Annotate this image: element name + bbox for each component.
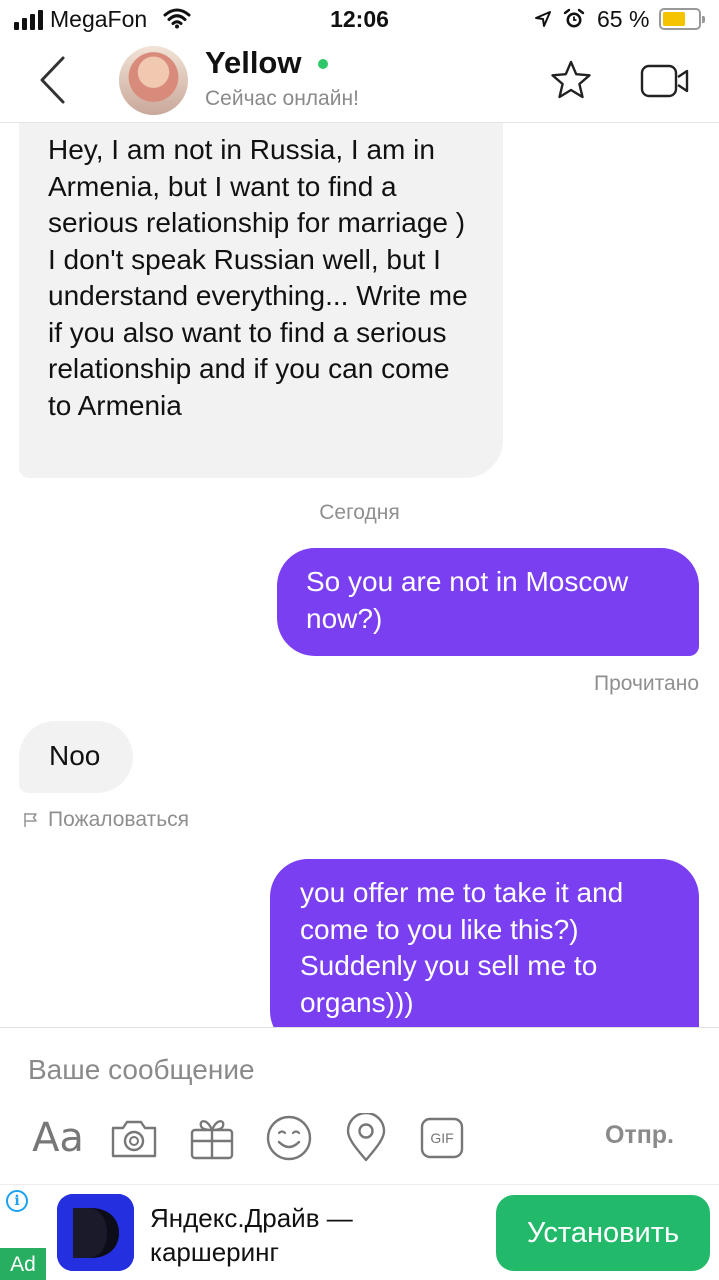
flag-icon [24,813,37,827]
video-camera-icon [640,64,689,98]
favorite-button[interactable] [549,58,593,102]
report-link[interactable]: Пожаловаться [22,808,189,832]
install-button[interactable]: Установить [496,1195,710,1271]
camera-icon[interactable] [108,1112,160,1164]
chat-header: Yellow Сейчас онлайн! [0,40,719,122]
back-button[interactable] [30,52,80,108]
status-bar: MegaFon 12:06 65 % [0,0,719,40]
day-separator: Сегодня [319,501,400,524]
battery-level [663,12,686,26]
avatar[interactable] [119,46,188,115]
gift-icon[interactable] [186,1112,238,1164]
message-composer: Aa GIF Отпр. [0,1027,719,1184]
gif-label: GIF [430,1130,453,1146]
battery-percent: 65 % [597,6,650,32]
battery-icon [659,8,705,30]
ad-badge: Ad [0,1248,46,1280]
gif-icon[interactable]: GIF [416,1112,468,1164]
contact-name[interactable]: Yellow [205,45,301,81]
message-bubble-outgoing[interactable]: you offer me to take it and come to you … [270,859,699,1027]
ad-banner[interactable]: i Ad Яндекс.Драйв — каршеринг Установить [0,1184,719,1280]
app-logo [57,1194,134,1271]
read-receipt: Прочитано [594,672,699,695]
ad-title: Яндекс.Драйв — каршеринг [150,1203,353,1267]
send-button[interactable]: Отпр. [605,1121,674,1150]
alarm-icon [563,8,585,35]
ad-info-icon[interactable]: i [6,1190,28,1212]
back-chevron-icon [40,56,65,104]
message-bubble-incoming[interactable]: Hey, I am not in Russia, I am in Armenia… [19,123,503,478]
emoji-icon[interactable] [263,1112,315,1164]
online-indicator [318,59,328,69]
text-format-label: Aa [32,1115,84,1161]
message-bubble-outgoing[interactable]: So you are not in Moscow now?) [277,548,699,656]
contact-status: Сейчас онлайн! [205,87,359,110]
location-arrow-icon [534,10,552,33]
star-icon [551,60,591,99]
message-input[interactable] [28,1050,588,1090]
chat-messages[interactable]: Hey, I am not in Russia, I am in Armenia… [0,123,719,1027]
message-bubble-incoming[interactable]: Noo [19,721,133,793]
text-format-icon[interactable]: Aa [32,1112,84,1164]
video-call-button[interactable] [640,64,690,98]
report-label: Пожаловаться [48,808,190,831]
location-pin-icon[interactable] [340,1112,392,1164]
